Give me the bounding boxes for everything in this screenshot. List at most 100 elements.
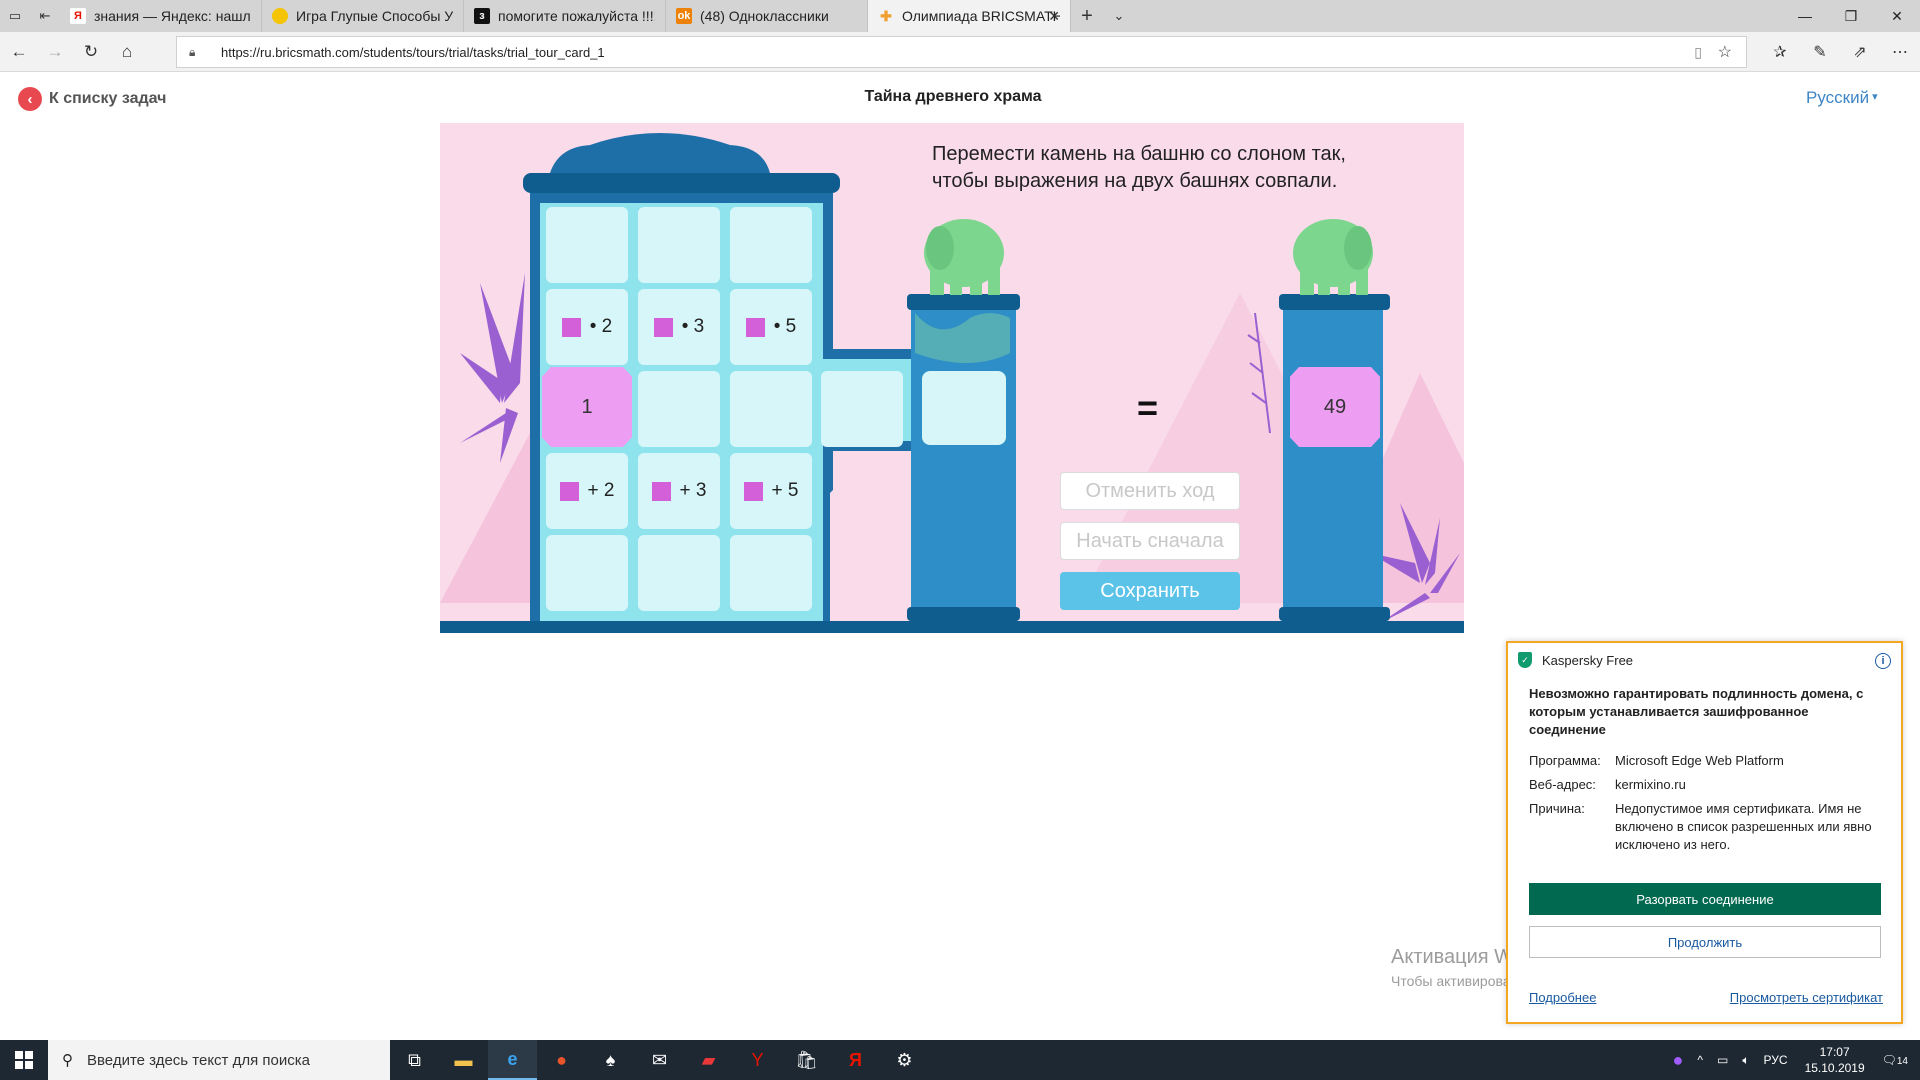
equals-sign: = bbox=[1137, 387, 1159, 428]
game-app-icon[interactable]: ⚙ bbox=[880, 1040, 929, 1080]
grid-cell[interactable] bbox=[546, 535, 628, 611]
windows-start-icon[interactable] bbox=[0, 1040, 48, 1080]
mail-icon[interactable]: ✉ bbox=[635, 1040, 684, 1080]
arch-gate bbox=[830, 467, 910, 623]
popup-title: Kaspersky Free bbox=[1542, 652, 1634, 668]
search-icon: ⚲ bbox=[62, 1052, 73, 1069]
game-icon bbox=[272, 8, 288, 24]
grid-cell[interactable] bbox=[638, 207, 720, 283]
forward-icon[interactable]: → bbox=[38, 35, 72, 69]
share-icon[interactable]: ⇗ bbox=[1840, 32, 1880, 72]
undo-button[interactable]: Отменить ход bbox=[1060, 472, 1240, 510]
grid-cell[interactable] bbox=[730, 535, 812, 611]
solitaire-icon[interactable]: ♠ bbox=[586, 1040, 635, 1080]
add-cell[interactable]: + 2 bbox=[546, 453, 628, 529]
grid-cell[interactable] bbox=[546, 207, 628, 283]
placeholder-square-icon bbox=[653, 317, 673, 337]
multiply-cell[interactable]: • 2 bbox=[546, 289, 628, 365]
refresh-icon[interactable]: ↻ bbox=[74, 35, 108, 69]
bricsmath-icon: ✚ bbox=[880, 7, 892, 24]
tab-actions-icon[interactable]: ▭ bbox=[0, 0, 30, 32]
grid-cell[interactable] bbox=[821, 371, 903, 447]
right-pillar bbox=[1283, 303, 1383, 633]
language-select[interactable]: Русский ▾ bbox=[1806, 88, 1878, 108]
restore-icon[interactable]: ❐ bbox=[1828, 0, 1874, 32]
edge-icon[interactable]: e bbox=[488, 1040, 537, 1080]
operation-label: + 3 bbox=[679, 480, 707, 501]
network-icon[interactable]: ▭ bbox=[1717, 1053, 1728, 1067]
address-value: kermixino.ru bbox=[1615, 777, 1686, 792]
right-pillar-cap bbox=[1279, 294, 1390, 310]
operation-label: • 2 bbox=[589, 316, 613, 337]
set-aside-tabs-icon[interactable]: ⇤ bbox=[30, 0, 60, 32]
instruction-line: Перемести камень на башню со слоном так, bbox=[932, 143, 1346, 165]
grid-cell[interactable] bbox=[638, 535, 720, 611]
yandex-browser-icon[interactable]: Y bbox=[733, 1040, 782, 1080]
save-button[interactable]: Сохранить bbox=[1060, 572, 1240, 610]
browser-tab[interactable]: з помогите пожалуйста !!!!1 bbox=[464, 0, 666, 32]
tower-ledge bbox=[523, 173, 840, 193]
file-explorer-icon[interactable]: ▬ bbox=[439, 1040, 488, 1080]
restart-button[interactable]: Начать сначала bbox=[1060, 522, 1240, 560]
browser-tab-active[interactable]: ✚ Олимпиада BRICSMATH ✕ bbox=[868, 0, 1071, 32]
maps-icon[interactable]: ● bbox=[537, 1040, 586, 1080]
tab-label: знания — Яндекс: нашлось bbox=[94, 8, 251, 24]
back-icon[interactable]: ← bbox=[2, 35, 36, 69]
elephant-tower-slot[interactable] bbox=[922, 371, 1006, 445]
home-icon[interactable]: ⌂ bbox=[110, 35, 144, 69]
multiply-cell[interactable]: • 3 bbox=[638, 289, 720, 365]
url-text: https://ru.bricsmath.com/students/tours/… bbox=[221, 44, 605, 60]
news-app-icon[interactable]: ▰ bbox=[684, 1040, 733, 1080]
view-certificate-link[interactable]: Просмотреть сертификат bbox=[1730, 990, 1883, 1005]
multiply-cell[interactable]: • 5 bbox=[730, 289, 812, 365]
add-cell[interactable]: + 3 bbox=[638, 453, 720, 529]
reason-value: Недопустимое имя сертификата. Имя не вкл… bbox=[1615, 801, 1872, 852]
plant-left-icon bbox=[460, 273, 525, 463]
input-language[interactable]: РУС bbox=[1764, 1053, 1788, 1067]
new-tab-icon[interactable]: + bbox=[1071, 0, 1103, 32]
minimize-icon[interactable]: — bbox=[1782, 0, 1828, 32]
add-cell[interactable]: + 5 bbox=[730, 453, 812, 529]
pen-icon[interactable]: ✎ bbox=[1800, 32, 1840, 72]
taskbar-search-input[interactable]: ⚲ Введите здесь текст для поиска bbox=[48, 1040, 390, 1080]
close-window-icon[interactable]: ✕ bbox=[1874, 0, 1920, 32]
program-row: Программа: Microsoft Edge Web Platform bbox=[1529, 752, 1877, 770]
tab-label: Игра Глупые Способы Уме bbox=[296, 8, 453, 24]
browser-tab[interactable]: Игра Глупые Способы Уме bbox=[262, 0, 464, 32]
notifications-icon[interactable]: 🗨︎14 bbox=[1882, 1053, 1908, 1067]
znanija-icon: з bbox=[474, 8, 490, 24]
grid-cell[interactable] bbox=[730, 207, 812, 283]
page-title: Тайна древнего храма bbox=[864, 88, 1042, 105]
volume-icon[interactable]: 🔈︎ bbox=[1742, 1053, 1749, 1068]
task-instruction: Перемести камень на башню со слоном так,… bbox=[932, 141, 1346, 195]
elephant-right-icon bbox=[1293, 219, 1373, 295]
clock-date: 15.10.2019 bbox=[1804, 1061, 1865, 1075]
close-tab-icon[interactable]: ✕ bbox=[1048, 8, 1060, 25]
kaspersky-popup: ✓ Kaspersky Free i Невозможно гарантиров… bbox=[1506, 641, 1903, 1024]
browser-tab[interactable]: ok (48) Одноклассники bbox=[666, 0, 868, 32]
break-connection-button[interactable]: Разорвать соединение bbox=[1529, 883, 1881, 915]
address-bar: ← → ↻ ⌂ 🔒︎ https://ru.bricsmath.com/stud… bbox=[0, 32, 1920, 72]
reading-view-icon[interactable]: ▯ bbox=[1694, 44, 1702, 61]
show-hidden-icons-icon[interactable]: ^ bbox=[1697, 1053, 1703, 1067]
notification-count: 14 bbox=[1896, 1056, 1908, 1067]
continue-button[interactable]: Продолжить bbox=[1529, 926, 1881, 958]
grid-cell[interactable] bbox=[638, 371, 720, 447]
store-icon[interactable]: 🛍︎ bbox=[782, 1040, 831, 1080]
task-view-icon[interactable]: ⧉ bbox=[390, 1040, 439, 1080]
favorite-star-icon[interactable]: ☆ bbox=[1718, 42, 1732, 62]
clock[interactable]: 17:07 15.10.2019 bbox=[1805, 1044, 1865, 1076]
browser-tab[interactable]: Я знания — Яндекс: нашлось bbox=[60, 0, 262, 32]
more-icon[interactable]: ⋯ bbox=[1880, 32, 1920, 72]
favorites-icon[interactable]: ✰ bbox=[1760, 32, 1800, 72]
yandex-app-icon[interactable]: Я bbox=[831, 1040, 880, 1080]
info-icon[interactable]: i bbox=[1875, 653, 1891, 669]
stone-piece[interactable]: 1 bbox=[542, 367, 632, 447]
grid-cell[interactable] bbox=[730, 371, 812, 447]
more-info-link[interactable]: Подробнее bbox=[1529, 990, 1596, 1005]
tab-list-icon[interactable]: ⌄ bbox=[1103, 0, 1135, 32]
url-input[interactable]: 🔒︎ https://ru.bricsmath.com/students/tou… bbox=[176, 36, 1747, 68]
reason-key: Причина: bbox=[1529, 801, 1585, 816]
popup-header: ✓ Kaspersky Free bbox=[1518, 652, 1633, 668]
alice-icon[interactable]: ● bbox=[1672, 1050, 1683, 1071]
